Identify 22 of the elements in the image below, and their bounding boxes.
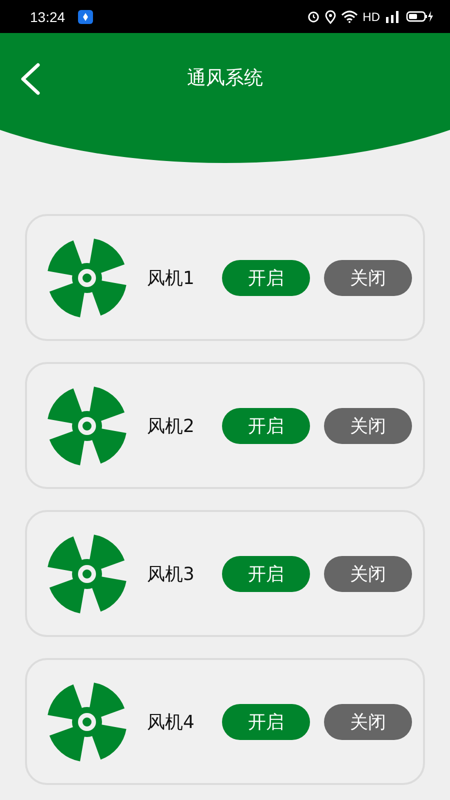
stop-button[interactable]: 关闭 (324, 408, 412, 444)
network-label: HD (362, 10, 380, 24)
location-icon (324, 10, 336, 24)
fan-name: 风机3 (147, 562, 196, 586)
start-button[interactable]: 开启 (222, 704, 310, 740)
wifi-icon (340, 10, 358, 23)
alarm-icon (306, 10, 320, 23)
battery-charging-icon (406, 10, 434, 23)
status-time: 13:24 (30, 8, 66, 24)
start-button[interactable]: 开启 (222, 556, 310, 592)
fan-name: 风机4 (147, 710, 196, 734)
stop-button[interactable]: 关闭 (324, 556, 412, 592)
start-button[interactable]: 开启 (222, 260, 310, 296)
stop-button[interactable]: 关闭 (324, 704, 412, 740)
signal-icon (385, 10, 401, 23)
page-title: 通风系统 (187, 66, 263, 91)
back-icon[interactable] (18, 62, 42, 96)
app-notification-icon (78, 10, 94, 24)
fan-name: 风机2 (147, 414, 196, 438)
fan-name: 风机1 (147, 266, 196, 290)
start-button[interactable]: 开启 (222, 408, 310, 444)
stop-button[interactable]: 关闭 (324, 260, 412, 296)
